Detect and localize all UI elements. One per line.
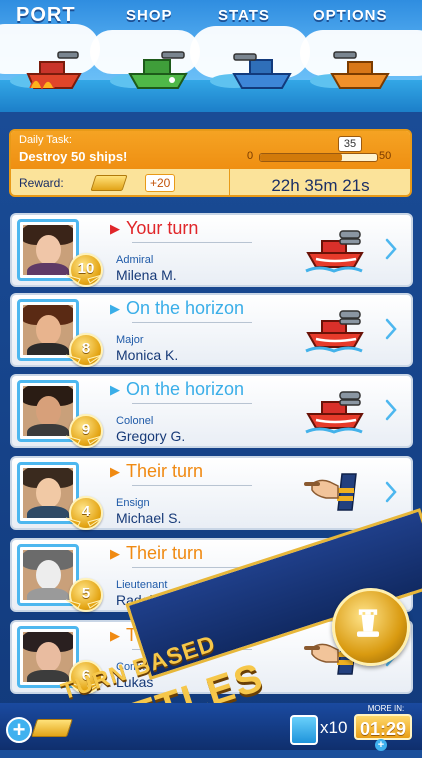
powerup-count: x10 [320, 718, 348, 737]
gold-stack-icon [31, 719, 73, 737]
buy-gold-button[interactable]: + [6, 717, 32, 743]
progress-current: 35 [338, 136, 362, 152]
bottom-bar: + x10 MORE IN: 01:29 + [0, 703, 422, 751]
player-rank: Major [116, 334, 144, 346]
chevron-right-icon[interactable] [384, 480, 398, 504]
ship-icon [305, 310, 364, 353]
avatar [23, 386, 73, 436]
game-card[interactable]: 9 ▶ On the horizon Colonel Gregory G. [10, 374, 413, 448]
turn-status: ▶Their turn [110, 543, 204, 563]
blue-ship-icon [232, 53, 292, 89]
avatar [23, 225, 73, 275]
avatar [23, 632, 73, 682]
refill-timer: 01:29 [354, 714, 412, 740]
play-triangle-icon: ▶ [110, 382, 120, 397]
medal-wings-icon [65, 517, 103, 527]
green-ship-icon [128, 51, 188, 89]
more-in-label: MORE IN: [367, 704, 405, 713]
divider [132, 485, 252, 486]
chess-rook-emblem-icon [332, 588, 410, 666]
divider [132, 322, 252, 323]
player-name: Gregory G. [116, 428, 186, 444]
play-triangle-icon: ▶ [110, 546, 120, 561]
medal-wings-icon [65, 599, 103, 609]
rook-icon [357, 609, 379, 637]
medal-wings-icon [65, 354, 103, 364]
turn-status: ▶ On the horizon [110, 379, 245, 399]
player-name: Milena M. [116, 267, 177, 283]
game-card[interactable]: 8 ▶ On the horizon Major Monica K. [10, 293, 413, 367]
nav-port[interactable]: PORT [16, 4, 76, 27]
burning-red-ship-icon [26, 51, 82, 91]
game-card[interactable]: 4 ▶ Their turn Ensign Michael S. [10, 456, 413, 530]
avatar [23, 305, 73, 355]
turn-status: ▶Their turn [110, 461, 204, 481]
play-triangle-icon: ▶ [110, 628, 120, 643]
player-rank: Colonel [116, 415, 154, 427]
player-name: Monica K. [116, 347, 179, 363]
player-rank: Lieutenant [116, 579, 168, 591]
progress-min: 0 [247, 150, 254, 162]
chevron-right-icon[interactable] [384, 398, 398, 422]
progress-max: 50 [379, 150, 392, 162]
daily-task-header: Daily Task: Destroy 50 ships! 0 50 35 [11, 131, 410, 169]
orange-ship-icon [330, 51, 390, 89]
medal-wings-icon [65, 435, 103, 445]
daily-task-panel: Daily Task: Destroy 50 ships! 0 50 35 Re… [9, 129, 412, 197]
medal-wings-icon [65, 274, 103, 284]
nav-shop[interactable]: SHOP [126, 7, 173, 24]
player-rank: Admiral [116, 254, 154, 266]
player-name: Michael S. [116, 510, 182, 526]
ship-icon [305, 230, 364, 273]
divider [132, 403, 252, 404]
main-nav: PORT SHOP STATS OPTIONS [0, 4, 422, 28]
top-header: PORT SHOP STATS OPTIONS [0, 0, 422, 112]
nav-options[interactable]: OPTIONS [313, 7, 388, 24]
chevron-right-icon[interactable] [384, 317, 398, 341]
game-card[interactable]: 10 ▶ Your turn Admiral Milena M. [10, 213, 413, 287]
nav-stats[interactable]: STATS [218, 7, 270, 24]
task-progress-fill [260, 154, 342, 161]
avatar [23, 468, 73, 518]
avatar [23, 550, 73, 600]
task-countdown: 22h 35m 21s [271, 176, 370, 195]
play-triangle-icon: ▶ [110, 221, 120, 236]
daily-task-description: Destroy 50 ships! [19, 149, 128, 164]
daily-task-label: Daily Task: [19, 134, 72, 146]
play-triangle-icon: ▶ [110, 301, 120, 316]
chevron-right-icon[interactable] [384, 237, 398, 261]
powerup-icon[interactable] [290, 715, 318, 745]
play-triangle-icon: ▶ [110, 464, 120, 479]
player-rank: Ensign [116, 497, 150, 509]
divider [132, 242, 252, 243]
turn-status: ▶ On the horizon [110, 298, 245, 318]
turn-status: ▶ Your turn [110, 218, 199, 238]
pointing-hand-icon [304, 473, 357, 511]
ship-icon [305, 391, 364, 434]
refill-plus-button[interactable]: + [375, 739, 387, 751]
task-progress-bar [259, 153, 378, 162]
